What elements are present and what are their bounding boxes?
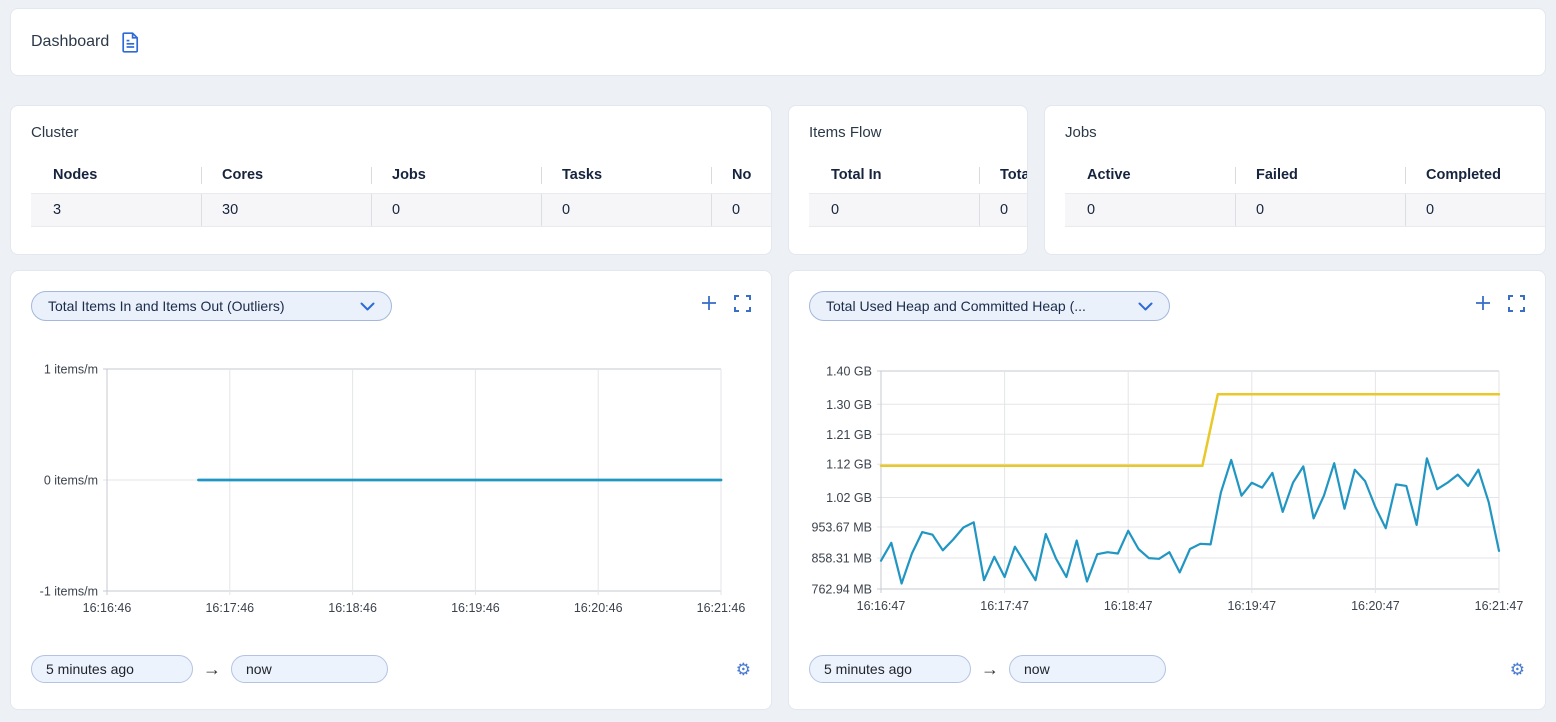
metric-select[interactable]: Total Used Heap and Committed Heap (... [809, 291, 1170, 321]
column-header: Completed [1405, 167, 1545, 184]
cluster-table-row: 3 30 0 0 0 [31, 193, 772, 227]
svg-text:1.40 GB: 1.40 GB [826, 365, 872, 379]
items-flow-card-title: Items Flow [809, 124, 1027, 141]
time-range-bar: → ⚙ [31, 655, 751, 683]
items-flow-table: Total In Total Out 0 0 [809, 167, 1028, 227]
column-header: Failed [1235, 167, 1405, 184]
gear-icon[interactable]: ⚙ [736, 661, 751, 678]
column-header: Jobs [371, 167, 541, 184]
heap-usage-chart[interactable]: 1.40 GB 1.30 GB 1.21 GB 1.12 GB 1.02 GB 953.6… [809, 363, 1527, 615]
time-range-bar: → ⚙ [809, 655, 1525, 683]
time-from-input[interactable] [31, 655, 193, 683]
time-to-input[interactable] [1009, 655, 1166, 683]
column-header: Nodes [31, 167, 201, 184]
jobs-card-title: Jobs [1065, 124, 1545, 141]
column-value: 0 [711, 194, 772, 226]
jobs-table: Active Failed Completed 0 0 0 [1065, 167, 1545, 227]
column-header: Active [1065, 167, 1235, 184]
column-value: 3 [31, 194, 201, 226]
svg-text:16:17:47: 16:17:47 [980, 599, 1029, 613]
column-value: 0 [1235, 194, 1405, 226]
arrow-right-icon: → [981, 659, 999, 680]
panels-row: Total Items In and Items Out (Outliers) … [10, 270, 1546, 710]
svg-text:1.30 GB: 1.30 GB [826, 398, 872, 412]
metric-select[interactable]: Total Items In and Items Out (Outliers) [31, 291, 392, 321]
column-header: Total Out [979, 167, 1028, 184]
svg-text:16:20:47: 16:20:47 [1351, 599, 1400, 613]
column-value: 0 [979, 194, 1028, 226]
svg-text:-1 items/m: -1 items/m [40, 585, 98, 599]
add-chart-button[interactable] [700, 294, 718, 312]
svg-text:0 items/m: 0 items/m [44, 474, 98, 488]
heap-chart-panel: Total Used Heap and Committed Heap (... … [788, 270, 1546, 710]
topbar: Dashboard [10, 8, 1546, 76]
svg-text:16:18:46: 16:18:46 [328, 601, 377, 615]
document-icon[interactable] [121, 32, 140, 53]
page-title: Dashboard [31, 33, 109, 51]
svg-text:16:16:47: 16:16:47 [857, 599, 906, 613]
cluster-card-title: Cluster [31, 124, 771, 141]
svg-text:16:20:46: 16:20:46 [574, 601, 623, 615]
time-from-input[interactable] [809, 655, 971, 683]
column-header: Tasks [541, 167, 711, 184]
chevron-down-icon [1138, 302, 1153, 311]
column-value: 30 [201, 194, 371, 226]
panel-header: Total Items In and Items Out (Outliers) [31, 291, 751, 321]
svg-text:762.94 MB: 762.94 MB [812, 583, 872, 597]
items-in-out-chart[interactable]: 1 items/m 0 items/m -1 items/m 16:16:46 16:1… [31, 363, 753, 615]
svg-text:953.67 MB: 953.67 MB [812, 521, 872, 535]
expand-icon[interactable] [1508, 295, 1525, 312]
cluster-table: Nodes Cores Jobs Tasks No 3 30 0 0 0 [31, 167, 772, 227]
column-header: Cores [201, 167, 371, 184]
panel-header: Total Used Heap and Committed Heap (... [809, 291, 1525, 321]
items-flow-table-header: Total In Total Out [809, 167, 1028, 184]
chevron-down-icon [360, 302, 375, 311]
metric-select-label: Total Used Heap and Committed Heap (... [826, 298, 1086, 314]
svg-text:16:21:46: 16:21:46 [697, 601, 746, 615]
svg-text:16:19:47: 16:19:47 [1227, 599, 1276, 613]
expand-icon[interactable] [734, 295, 751, 312]
svg-text:16:16:46: 16:16:46 [83, 601, 132, 615]
svg-text:1.02 GB: 1.02 GB [826, 491, 872, 505]
column-value: 0 [541, 194, 711, 226]
metric-select-label: Total Items In and Items Out (Outliers) [48, 298, 285, 314]
svg-text:1.12 GB: 1.12 GB [826, 458, 872, 472]
time-to-input[interactable] [231, 655, 388, 683]
gear-icon[interactable]: ⚙ [1510, 661, 1525, 678]
cluster-card: Cluster Nodes Cores Jobs Tasks No 3 30 0… [10, 105, 772, 255]
items-flow-table-row: 0 0 [809, 193, 1028, 227]
jobs-card: Jobs Active Failed Completed 0 0 0 [1044, 105, 1546, 255]
items-chart-panel: Total Items In and Items Out (Outliers) … [10, 270, 772, 710]
svg-text:16:17:46: 16:17:46 [205, 601, 254, 615]
svg-text:1.21 GB: 1.21 GB [826, 428, 872, 442]
column-value: 0 [371, 194, 541, 226]
arrow-right-icon: → [203, 659, 221, 680]
column-header: No [711, 167, 772, 184]
column-value: 0 [1065, 194, 1235, 226]
svg-text:858.31 MB: 858.31 MB [812, 551, 872, 565]
column-value: 0 [809, 194, 979, 226]
svg-text:16:19:46: 16:19:46 [451, 601, 500, 615]
jobs-table-row: 0 0 0 [1065, 193, 1545, 227]
stats-row: Cluster Nodes Cores Jobs Tasks No 3 30 0… [10, 105, 1546, 255]
items-flow-card: Items Flow Total In Total Out 0 0 [788, 105, 1028, 255]
svg-text:16:21:47: 16:21:47 [1475, 599, 1524, 613]
svg-text:1 items/m: 1 items/m [44, 363, 98, 377]
column-header: Total In [809, 167, 979, 184]
column-value: 0 [1405, 194, 1545, 226]
jobs-table-header: Active Failed Completed [1065, 167, 1545, 184]
cluster-table-header: Nodes Cores Jobs Tasks No [31, 167, 772, 184]
svg-text:16:18:47: 16:18:47 [1104, 599, 1153, 613]
add-chart-button[interactable] [1474, 294, 1492, 312]
